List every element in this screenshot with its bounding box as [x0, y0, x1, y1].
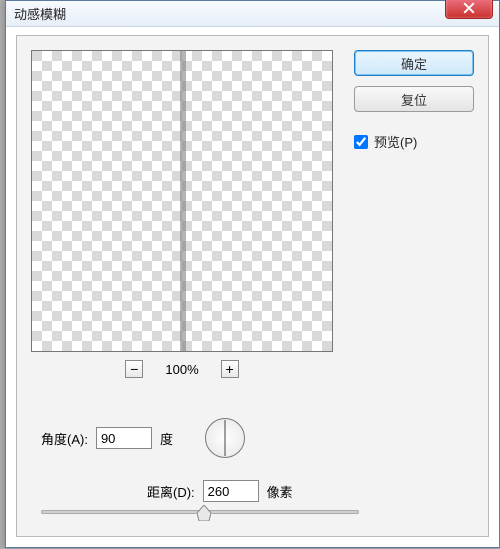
angle-row: 角度(A): 度 — [41, 418, 245, 458]
zoom-controls: − 100% + — [31, 360, 333, 378]
preview-checkbox-row[interactable]: 预览(P) — [354, 132, 474, 151]
slider-thumb[interactable] — [197, 505, 211, 521]
distance-input[interactable] — [203, 480, 259, 502]
dial-needle2-icon — [224, 438, 225, 456]
right-column: 确定 复位 预览(P) — [354, 50, 474, 151]
title-bar: 动感模糊 — [6, 1, 499, 27]
minus-icon: − — [130, 362, 138, 376]
dialog-window: 动感模糊 − 100% + 确定 复位 — [5, 0, 500, 548]
reset-label: 复位 — [401, 90, 427, 109]
zoom-out-button[interactable]: − — [125, 360, 143, 378]
close-button[interactable] — [445, 0, 493, 19]
angle-unit: 度 — [160, 429, 173, 448]
angle-input[interactable] — [96, 427, 152, 449]
distance-row: 距离(D): 像素 — [147, 480, 293, 502]
angle-label: 角度(A): — [41, 429, 88, 448]
ok-button[interactable]: 确定 — [354, 50, 474, 76]
distance-unit: 像素 — [267, 482, 293, 501]
preview-checkbox[interactable] — [354, 135, 368, 149]
distance-label: 距离(D): — [147, 482, 195, 501]
preview-checkbox-label: 预览(P) — [374, 132, 417, 151]
dial-needle-icon — [224, 420, 225, 438]
plus-icon: + — [226, 362, 234, 376]
dialog-body: − 100% + 确定 复位 预览(P) 角度(A): 度 — [16, 35, 489, 537]
zoom-in-button[interactable]: + — [221, 360, 239, 378]
angle-dial[interactable] — [205, 418, 245, 458]
distance-slider[interactable] — [41, 510, 359, 514]
preview-area[interactable] — [31, 50, 333, 352]
slider-track — [41, 510, 359, 514]
ok-label: 确定 — [401, 54, 427, 73]
window-title: 动感模糊 — [14, 4, 66, 23]
reset-button[interactable]: 复位 — [354, 86, 474, 112]
slider-thumb-icon — [197, 505, 211, 521]
close-icon — [463, 2, 475, 14]
zoom-level: 100% — [165, 362, 198, 377]
